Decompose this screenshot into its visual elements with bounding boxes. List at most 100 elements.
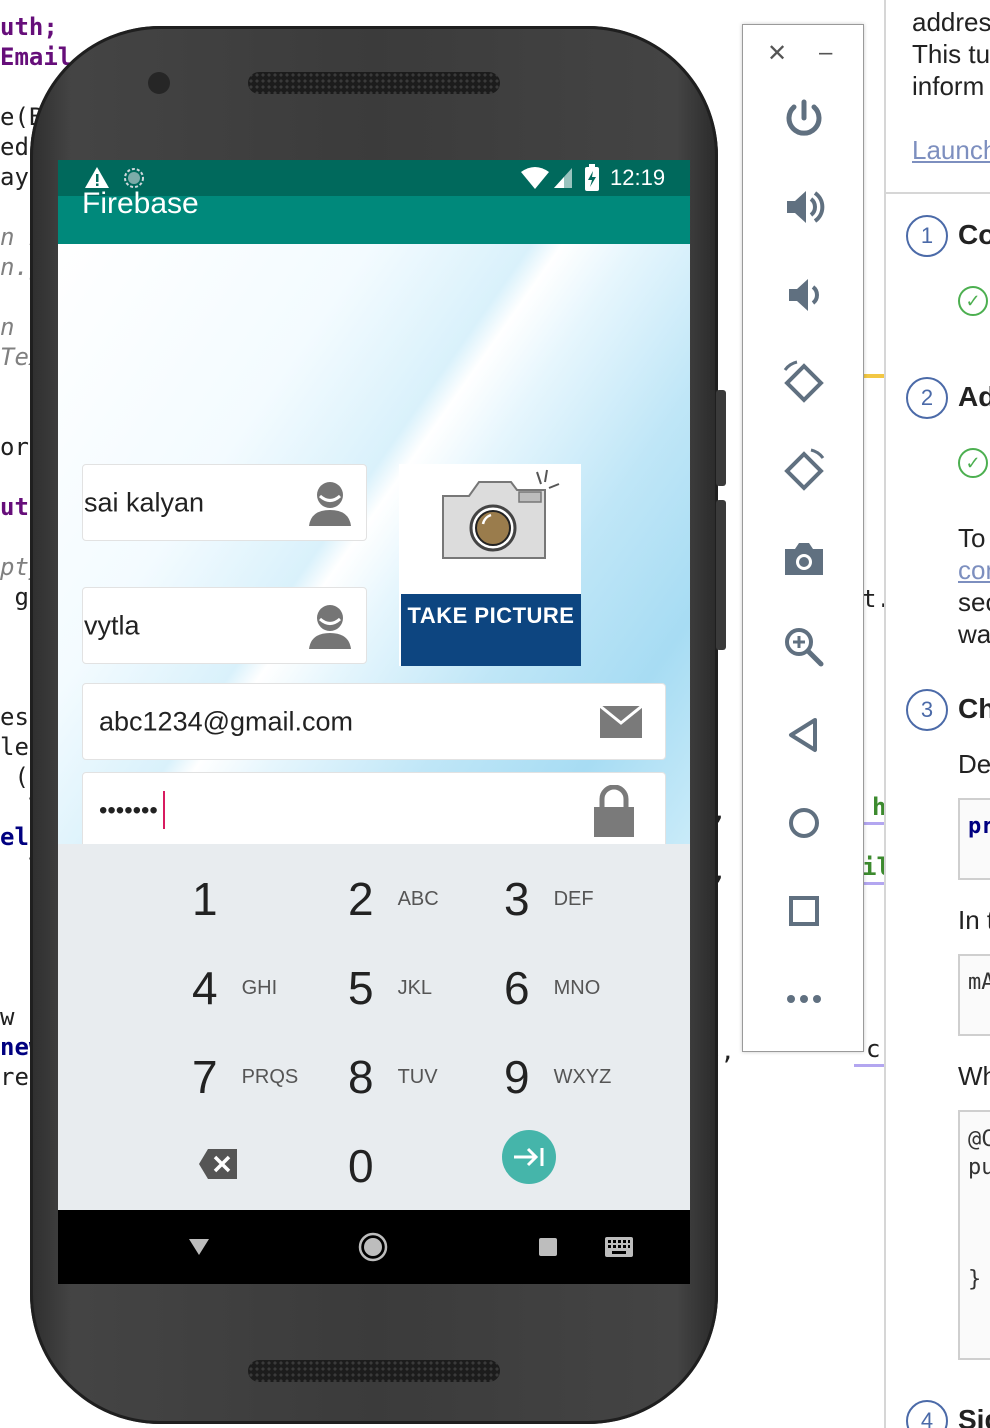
more-dots-icon (787, 995, 821, 1003)
key-4[interactable]: 4 GHI (192, 953, 277, 1023)
intro-text: This tu (912, 39, 990, 69)
key-5[interactable]: 5 JKL (348, 953, 432, 1023)
key-3[interactable]: 3 DEF (504, 864, 594, 934)
android-nav-bar (58, 1210, 690, 1284)
check-icon: ✓ (958, 448, 988, 478)
key-digit: 3 (504, 873, 530, 925)
power-button[interactable] (774, 89, 834, 149)
recents-icon[interactable] (538, 1237, 558, 1257)
last-name-field[interactable]: vytla (82, 587, 367, 664)
status-time: 12:19 (610, 165, 666, 190)
power-icon (786, 99, 822, 136)
person-icon (309, 481, 351, 526)
zoom-button[interactable] (774, 617, 834, 677)
key-letters: DEF (553, 887, 594, 910)
minimize-button[interactable]: – (819, 39, 832, 67)
volume-up-icon (787, 191, 825, 223)
rotate-right-icon (784, 448, 825, 491)
take-picture-button[interactable]: TAKE PICTURE (401, 594, 581, 666)
first-name-field[interactable]: sai kalyan (82, 464, 367, 541)
key-digit: 5 (348, 962, 374, 1014)
key-digit: 2 (348, 873, 374, 925)
screenshot-button[interactable] (774, 529, 834, 589)
next-key[interactable] (502, 1130, 556, 1184)
code-block: pr (958, 798, 990, 880)
close-button[interactable]: ✕ (767, 39, 787, 68)
launch-link[interactable]: Launch (912, 134, 990, 166)
volume-down-icon (789, 279, 819, 311)
key-letters: MNO (553, 976, 601, 999)
code-block: @C pu } (958, 1110, 990, 1360)
overview-button[interactable] (774, 881, 834, 941)
key-0[interactable]: 0 (348, 1131, 374, 1201)
key-digit: 7 (192, 1051, 218, 1103)
emulator-toolbar: ✕ – (742, 24, 864, 1052)
home-icon[interactable] (358, 1232, 388, 1262)
lock-icon (594, 784, 634, 837)
underline-marker (862, 822, 884, 825)
camera-icon (785, 543, 823, 575)
key-digit: 1 (192, 873, 218, 925)
step-title[interactable]: Co (958, 219, 990, 251)
tab-next-icon (514, 1147, 544, 1167)
signal-icon (554, 168, 572, 188)
underline-marker (862, 882, 884, 885)
app-bar: Firebase (58, 187, 690, 244)
email-value: abc1234@gmail.com (99, 706, 354, 736)
key-2[interactable]: 2 ABC (348, 864, 439, 934)
intro-text: addres (912, 7, 990, 37)
phone-screen: 12:19 Firebase sai kalyan vytla TAKE PIC… (58, 160, 690, 1284)
key-letters: PRQS (241, 1065, 299, 1088)
code-line: uth; (0, 13, 58, 41)
last-name-value: vytla (84, 610, 140, 640)
key-letters: WXYZ (553, 1065, 612, 1088)
first-name-value: sai kalyan (84, 487, 205, 517)
app-title: Firebase (82, 187, 199, 220)
volume-up-button[interactable] (774, 177, 834, 237)
home-circle-icon (789, 808, 819, 838)
key-6[interactable]: 6 MNO (504, 953, 600, 1023)
signup-form: sai kalyan vytla TAKE PICTURE abc1234@gm… (58, 244, 690, 844)
take-picture-card[interactable]: TAKE PICTURE (399, 464, 581, 666)
rotate-right-button[interactable] (774, 441, 834, 501)
code-fragment: il (862, 853, 885, 881)
password-field[interactable]: ••••••• (82, 772, 666, 844)
more-button[interactable] (774, 969, 834, 1029)
key-1[interactable]: 1 (192, 864, 242, 934)
step-title[interactable]: Ch (958, 693, 990, 725)
backspace-key[interactable] (198, 1148, 238, 1180)
step-text: sec (958, 587, 990, 617)
code-fragment: t. (862, 585, 885, 613)
step-number: 3 (906, 689, 948, 731)
step-text: In t (958, 905, 990, 935)
back-down-icon[interactable] (188, 1238, 210, 1256)
key-8[interactable]: 8 TUV (348, 1042, 438, 1112)
home-button[interactable] (774, 793, 834, 853)
key-letters: TUV (397, 1065, 438, 1088)
phone-side-button (716, 390, 726, 486)
underline-marker (854, 1064, 884, 1067)
keyboard-switch-icon[interactable] (604, 1236, 634, 1258)
rotate-left-button[interactable] (774, 353, 834, 413)
key-letters: JKL (397, 976, 433, 999)
step-title[interactable]: Ad (958, 381, 990, 413)
volume-down-button[interactable] (774, 265, 834, 325)
step-number: 4 (906, 1400, 948, 1428)
key-digit: 8 (348, 1051, 374, 1103)
step-number: 1 (906, 215, 948, 257)
key-digit: 4 (192, 962, 218, 1014)
change-marker (862, 374, 884, 378)
wifi-icon (521, 167, 549, 189)
camera-icon (442, 469, 560, 559)
email-field[interactable]: abc1234@gmail.com (82, 683, 666, 760)
envelope-icon (599, 704, 643, 738)
step-text: De (958, 749, 990, 779)
back-button[interactable] (774, 705, 834, 765)
code-fragment: c (866, 1035, 881, 1063)
key-7[interactable]: 7 PRQS (192, 1042, 298, 1112)
step-title[interactable]: Sig (958, 1404, 990, 1428)
back-triangle-icon (789, 718, 817, 752)
key-9[interactable]: 9 WXYZ (504, 1042, 611, 1112)
key-digit: 9 (504, 1051, 530, 1103)
step-link[interactable]: con (958, 554, 990, 586)
